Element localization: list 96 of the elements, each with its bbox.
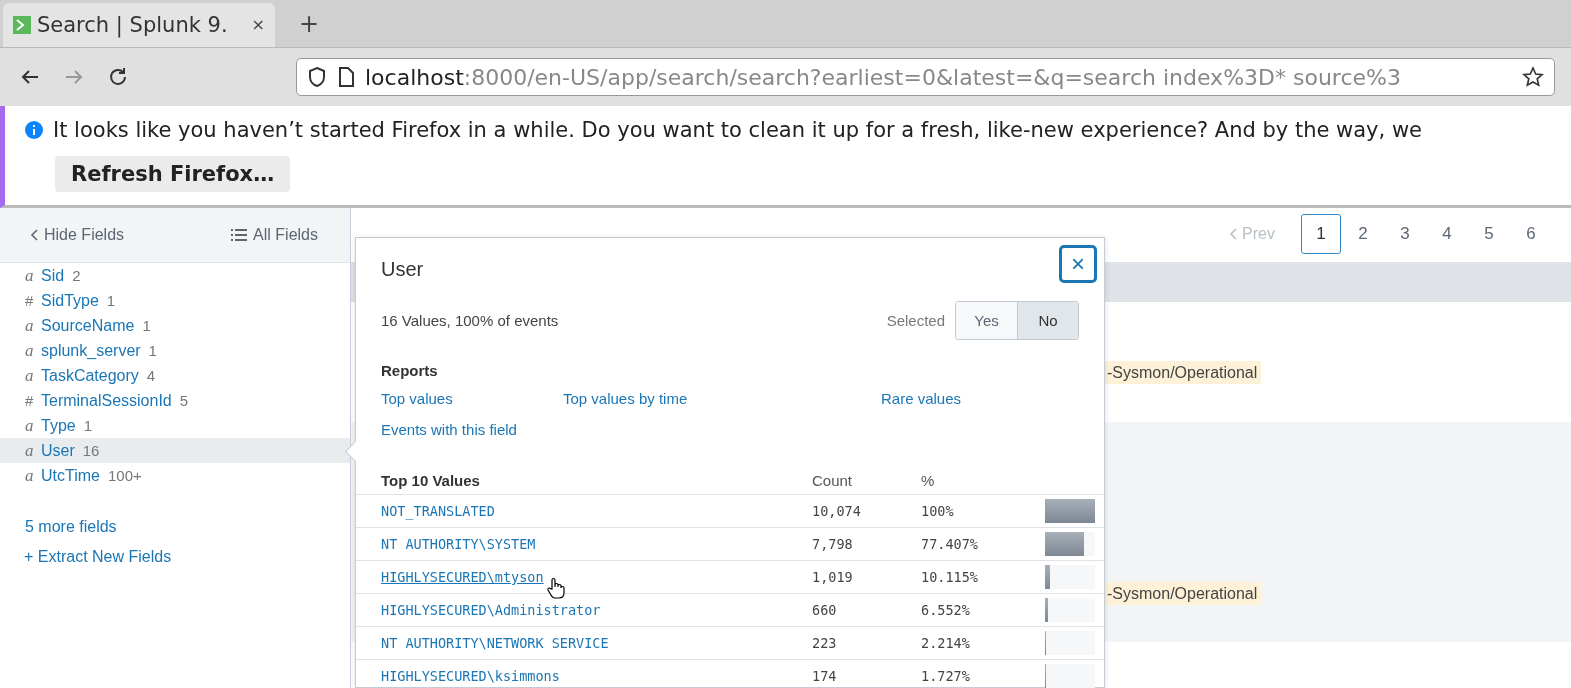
page-icon	[337, 66, 355, 88]
page-button[interactable]: 4	[1427, 214, 1467, 254]
new-tab-button[interactable]: +	[293, 8, 326, 39]
value-link[interactable]: HIGHLYSECURED\ksimmons	[381, 668, 812, 684]
field-count: 4	[146, 367, 156, 384]
value-link[interactable]: HIGHLYSECURED\mtyson	[381, 569, 812, 585]
count-cell-text: 174	[812, 668, 838, 684]
refresh-firefox-button[interactable]: Refresh Firefox…	[55, 156, 291, 192]
field-count: 1	[83, 417, 93, 434]
tab-title: Search | Splunk 9.	[37, 12, 228, 37]
field-item[interactable]: a SourceName 1	[0, 313, 350, 338]
field-type: #	[25, 392, 33, 409]
percent-cell-text: 2.214%	[921, 635, 971, 651]
value-link[interactable]: HIGHLYSECURED\Administrator	[381, 602, 812, 618]
report-link[interactable]: Rare values	[881, 390, 962, 407]
browser-tab[interactable]: Search | Splunk 9. ×	[3, 2, 275, 47]
page-button[interactable]: 3	[1385, 214, 1425, 254]
field-type: a	[25, 415, 33, 436]
field-item[interactable]: a splunk_server 1	[0, 338, 350, 363]
field-name: SourceName	[41, 316, 135, 335]
field-name: UtcTime	[41, 466, 100, 485]
hide-fields-button[interactable]: Hide Fields	[30, 226, 125, 244]
hand-cursor-icon	[546, 577, 566, 599]
percent-cell-text: 10.115%	[921, 569, 979, 585]
count-cell-text: 7,798	[812, 536, 854, 552]
value-link[interactable]: NT AUTHORITY\NETWORK SERVICE	[381, 635, 812, 651]
field-item[interactable]: a UtcTime 100+	[0, 463, 350, 488]
page-button[interactable]: 6	[1511, 214, 1551, 254]
page-button[interactable]: 1	[1301, 214, 1341, 254]
extract-fields-link[interactable]: + Extract New Fields	[24, 548, 350, 566]
page-button[interactable]: 5	[1469, 214, 1509, 254]
percent-cell-text: 6.552%	[921, 602, 971, 618]
popup-title: User	[381, 258, 424, 281]
column-header: Top 10 Values	[381, 471, 481, 489]
field-type: #	[25, 292, 33, 309]
value-link[interactable]: NOT_TRANSLATED	[381, 503, 812, 519]
field-name: splunk_server	[41, 341, 141, 360]
field-name: User	[41, 441, 75, 460]
field-name: SidType	[41, 291, 99, 310]
field-item[interactable]: a Sid 2	[0, 263, 350, 288]
report-link[interactable]: Top values by time	[563, 390, 881, 407]
field-name: TerminalSessionId	[41, 391, 172, 410]
field-count: 1	[148, 342, 157, 359]
count-cell-text: 223	[812, 635, 838, 651]
star-icon[interactable]	[1522, 66, 1544, 88]
more-fields-link[interactable]: 5 more fields	[25, 518, 350, 536]
column-header: Count	[812, 471, 854, 489]
report-link[interactable]: Events with this field	[381, 421, 563, 438]
chevron-left-icon[interactable]	[30, 229, 38, 241]
field-type: a	[25, 340, 33, 361]
terminal-icon	[13, 15, 31, 34]
page-button[interactable]: 2	[1343, 214, 1383, 254]
field-count: 1	[106, 292, 116, 309]
field-item[interactable]: a Type 1	[0, 413, 350, 438]
source-highlight: -Sysmon/Operational	[1103, 361, 1262, 384]
field-count: 1	[142, 317, 151, 334]
percent-cell-text: 1.727%	[921, 668, 971, 684]
column-header: %	[921, 471, 935, 489]
selected-label: Selected	[886, 312, 945, 329]
report-link[interactable]: Top values	[381, 390, 563, 407]
source-highlight: -Sysmon/Operational	[1103, 582, 1262, 605]
field-item[interactable]: # SidType 1	[0, 288, 350, 313]
close-button[interactable]: ×	[1059, 245, 1097, 283]
field-type: a	[25, 365, 33, 386]
shield-icon[interactable]	[307, 66, 327, 88]
field-count: 16	[82, 442, 100, 459]
percent-cell-text: 77.407%	[921, 536, 979, 552]
field-type: a	[25, 465, 33, 486]
list-icon[interactable]	[231, 229, 248, 241]
close-tab-button[interactable]: ×	[251, 15, 265, 34]
values-summary: 16 Values, 100% of events	[381, 312, 560, 329]
notification-message: It looks like you haven’t started Firefox in a while. Do you want to clean it up for a fresh, like-new experience? And by the way, we	[53, 118, 1422, 142]
percent-cell-text: 100%	[921, 503, 955, 519]
field-item[interactable]: # TerminalSessionId 5	[0, 388, 350, 413]
reports-heading: Reports	[381, 362, 438, 379]
count-cell-text: 660	[812, 602, 838, 618]
field-type: a	[25, 440, 33, 461]
field-count: 2	[72, 267, 81, 284]
address-bar[interactable]: localhost:8000/en-US/app/search/search?earliest=0&latest=&q=search index%3D* source%3	[296, 58, 1555, 96]
field-count: 5	[179, 392, 189, 409]
toggle-button[interactable]: No	[1017, 302, 1078, 339]
count-cell-text: 1,019	[812, 569, 854, 585]
field-type: a	[25, 265, 33, 286]
count-cell-text: 10,074	[812, 503, 862, 519]
all-fields-button[interactable]: All Fields	[231, 226, 318, 244]
url-text: localhost:8000/en-US/app/search/search?earliest=0&latest=&q=search index%3D* source%3	[365, 64, 1402, 90]
field-name: Sid	[41, 266, 65, 285]
field-item[interactable]: a TaskCategory 4	[0, 363, 350, 388]
field-type: a	[25, 315, 33, 336]
field-name: TaskCategory	[41, 366, 139, 385]
info-icon	[25, 121, 43, 139]
field-count: 100+	[107, 467, 142, 484]
field-name: Type	[41, 416, 76, 435]
toggle-button[interactable]: Yes	[956, 302, 1017, 339]
field-item[interactable]: a User 16	[0, 438, 350, 463]
value-link[interactable]: NT AUTHORITY\SYSTEM	[381, 536, 812, 552]
